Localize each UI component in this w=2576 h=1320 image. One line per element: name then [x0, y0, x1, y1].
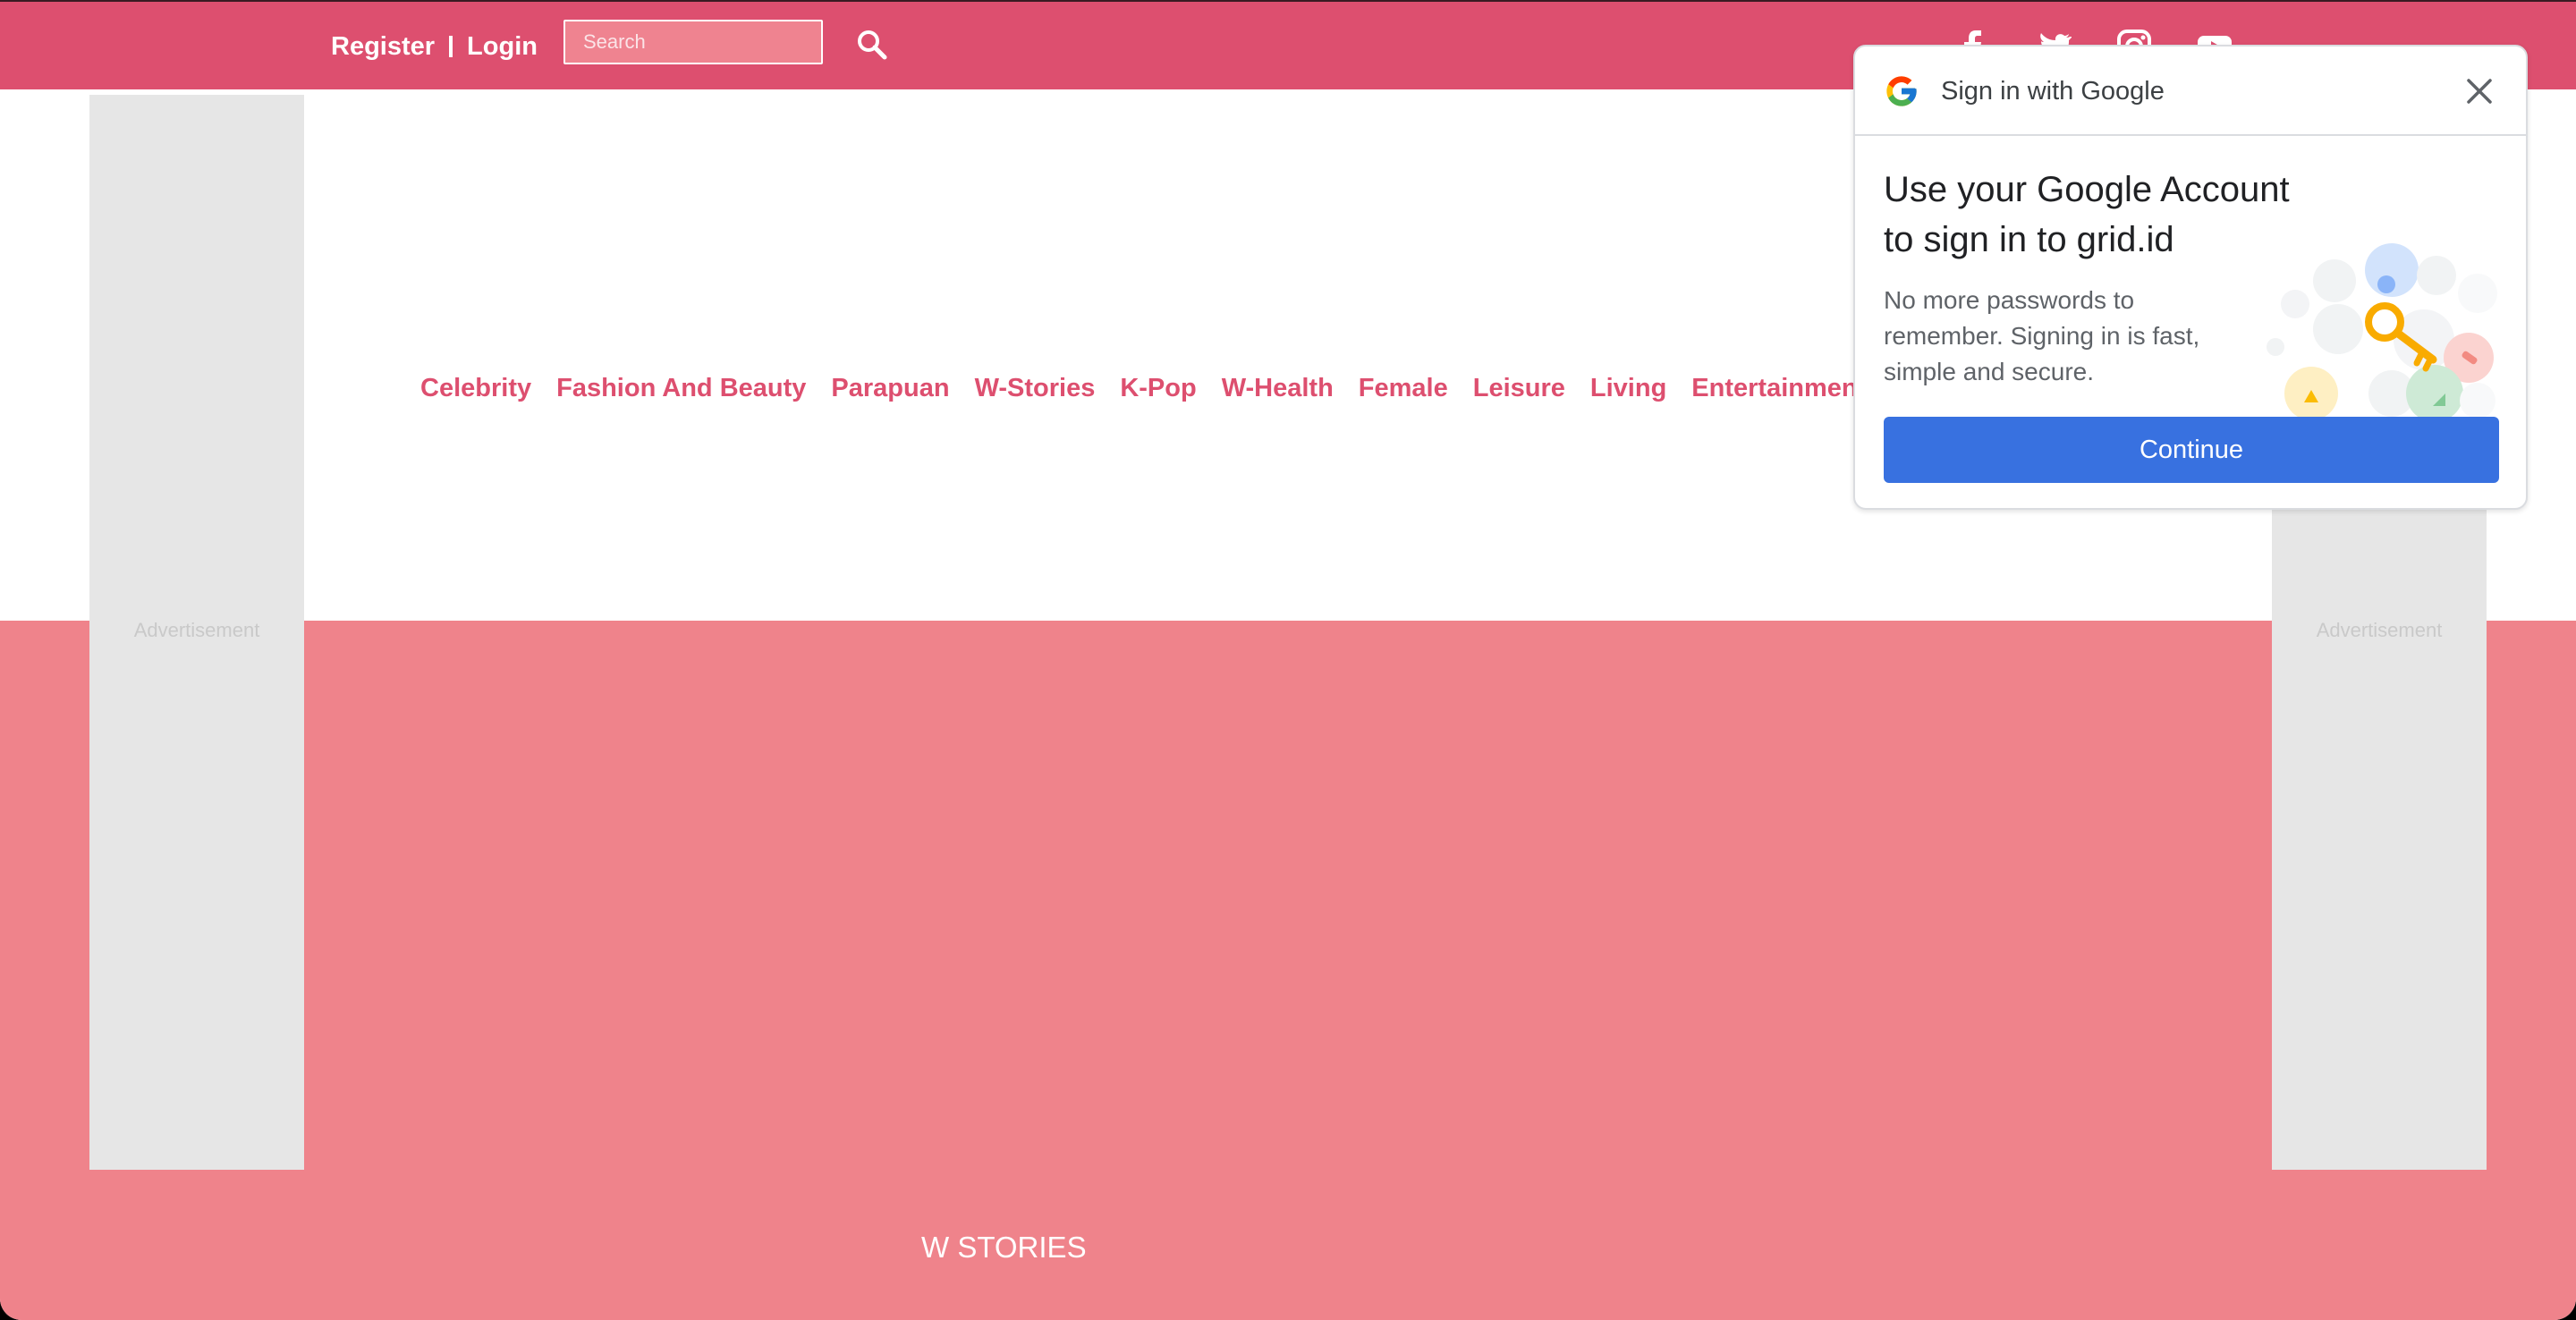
- login-link[interactable]: Login: [467, 32, 538, 62]
- nav-item-w-health[interactable]: W-Health: [1222, 374, 1334, 403]
- advertisement-label: Advertisement: [133, 619, 260, 641]
- search-icon[interactable]: [854, 27, 890, 63]
- advertisement-left[interactable]: Advertisement: [89, 95, 304, 1170]
- advertisement-label: Advertisement: [2316, 619, 2443, 641]
- nav-item-female[interactable]: Female: [1359, 374, 1448, 403]
- dialog-description: No more passwords to remember. Signing i…: [1884, 286, 2200, 385]
- nav-item-celebrity[interactable]: Celebrity: [420, 374, 531, 403]
- auth-links: Register Login: [331, 29, 538, 64]
- register-link[interactable]: Register: [331, 32, 435, 62]
- auth-separator: [449, 36, 453, 57]
- search-input[interactable]: [564, 20, 823, 64]
- continue-button[interactable]: Continue: [1884, 417, 2499, 483]
- nav-item-leisure[interactable]: Leisure: [1473, 374, 1565, 403]
- nav-item-fashion-and-beauty[interactable]: Fashion And Beauty: [556, 374, 806, 403]
- section-title: W STORIES: [921, 1231, 1087, 1264]
- dialog-header-title: Sign in with Google: [1941, 77, 2165, 106]
- google-logo-icon: [1884, 73, 1919, 109]
- nav-item-living[interactable]: Living: [1590, 374, 1666, 403]
- nav-item-entertainment[interactable]: Entertainment: [1691, 374, 1866, 403]
- key-illustration-icon: [2258, 243, 2499, 422]
- nav-item-w-stories[interactable]: W-Stories: [975, 374, 1096, 403]
- dialog-header: Sign in with Google: [1855, 47, 2526, 136]
- dialog-heading: Use your Google Account to sign in to gr…: [1884, 170, 2290, 259]
- nav-item-k-pop[interactable]: K-Pop: [1120, 374, 1196, 403]
- nav-item-parapuan[interactable]: Parapuan: [831, 374, 949, 403]
- page: Register Login Adverti: [0, 0, 2576, 1320]
- stories-section: [0, 621, 2576, 1320]
- close-icon[interactable]: [2463, 75, 2496, 107]
- google-signin-dialog: Sign in with Google Use your Google Acco…: [1853, 45, 2528, 510]
- main-nav: Celebrity Fashion And Beauty Parapuan W-…: [420, 370, 1866, 406]
